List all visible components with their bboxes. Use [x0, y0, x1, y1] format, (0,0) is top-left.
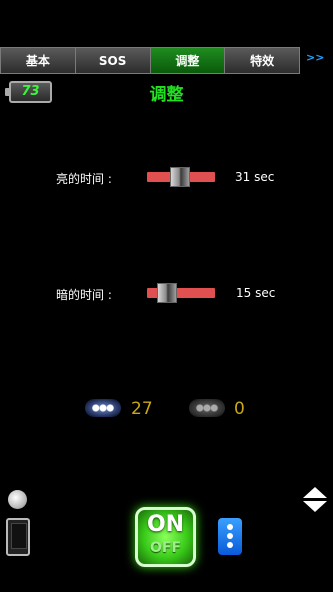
power-toggle-on-label: ON: [146, 512, 185, 537]
off-time-value: 15 sec: [236, 286, 276, 300]
arrow-up-icon[interactable]: [303, 487, 327, 498]
off-count: 0: [234, 399, 245, 419]
up-down-arrows-icon[interactable]: [302, 487, 328, 515]
off-time-slider-thumb[interactable]: [157, 283, 177, 303]
light-on-icon: [85, 399, 121, 417]
on-time-slider-thumb[interactable]: [170, 167, 190, 187]
off-time-label: 暗的时间 :: [56, 288, 112, 302]
on-time-slider[interactable]: [147, 167, 215, 187]
page-title: 调整: [149, 85, 184, 105]
on-count: 27: [131, 399, 153, 419]
tab-basic[interactable]: 基本: [0, 47, 75, 74]
power-toggle-off-label: OFF: [149, 540, 182, 556]
tab-sos[interactable]: SOS: [74, 47, 150, 74]
phone-screen-icon[interactable]: [6, 518, 30, 556]
power-toggle-button[interactable]: ON OFF: [135, 507, 196, 567]
light-off-icon: [189, 399, 225, 417]
on-time-value: 31 sec: [235, 170, 275, 184]
arrow-down-icon[interactable]: [303, 501, 327, 512]
more-menu-icon[interactable]: [218, 518, 242, 555]
tabs-more-button[interactable]: >>: [306, 51, 330, 69]
indicator-dot-icon[interactable]: [8, 490, 27, 509]
tab-adjust[interactable]: 调整: [149, 47, 225, 74]
on-time-label: 亮的时间 :: [56, 172, 112, 186]
tab-effects[interactable]: 特效: [224, 47, 300, 74]
tab-bar: 基本 SOS 调整 特效: [0, 47, 300, 74]
off-time-slider[interactable]: [147, 283, 215, 303]
